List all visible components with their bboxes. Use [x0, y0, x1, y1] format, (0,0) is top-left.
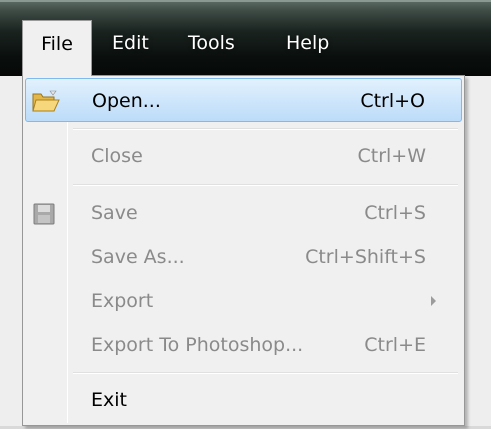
menu-separator: [73, 372, 458, 374]
menu-item-open[interactable]: Open... Ctrl+O: [25, 78, 462, 122]
menu-item-label: Export To Photoshop...: [91, 334, 304, 356]
menu-file[interactable]: File: [22, 20, 92, 76]
file-menu-dropdown: Open... Ctrl+O Close Ctrl+W Save Ctrl+S: [22, 75, 465, 426]
menu-item-label: Close: [91, 145, 143, 167]
menu-edit[interactable]: Edit: [112, 28, 149, 58]
menu-item-close[interactable]: Close Ctrl+W: [25, 134, 462, 178]
menu-item-shortcut: Ctrl+E: [364, 334, 426, 356]
folder-open-icon: [32, 87, 60, 113]
menu-item-label: Save: [91, 202, 138, 224]
menu-item-shortcut: Ctrl+Shift+S: [305, 246, 426, 268]
menu-help[interactable]: Help: [286, 28, 329, 58]
menu-item-label: Save As...: [91, 246, 185, 268]
menu-item-export-to-photoshop[interactable]: Export To Photoshop... Ctrl+E: [25, 323, 462, 367]
menu-item-label: Exit: [91, 389, 127, 411]
menu-item-shortcut: Ctrl+O: [360, 90, 425, 112]
application-window: File Edit Tools Help Open... Ctrl+O Clos…: [0, 0, 491, 429]
submenu-arrow-icon: [431, 296, 436, 306]
menu-item-label: Open...: [92, 90, 161, 112]
menu-item-label: Export: [91, 290, 154, 312]
menu-item-exit[interactable]: Exit: [25, 378, 462, 422]
menu-separator: [73, 184, 458, 186]
menu-separator: [73, 128, 458, 130]
menu-item-shortcut: Ctrl+W: [357, 145, 426, 167]
menu-tools[interactable]: Tools: [188, 28, 235, 58]
menu-item-shortcut: Ctrl+S: [364, 202, 426, 224]
menu-bar: File Edit Tools Help: [0, 0, 491, 76]
floppy-disk-icon: [31, 199, 59, 225]
menu-item-export[interactable]: Export: [25, 279, 462, 323]
menu-item-save-as[interactable]: Save As... Ctrl+Shift+S: [25, 235, 462, 279]
menu-item-save[interactable]: Save Ctrl+S: [25, 191, 462, 235]
